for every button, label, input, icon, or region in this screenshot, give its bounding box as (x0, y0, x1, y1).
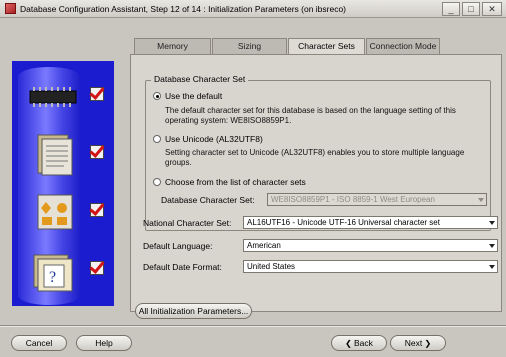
database-charset-select[interactable]: WE8ISO8859P1 - ISO 8859-1 West European (267, 193, 487, 206)
memory-chip-icon (29, 87, 77, 107)
chevron-down-icon (489, 244, 495, 248)
radio-selected[interactable] (153, 92, 161, 100)
step-connection-mode: ? (20, 247, 112, 295)
chevron-right-icon: ❯ (422, 339, 432, 348)
title-bar: Database Configuration Assistant, Step 1… (0, 0, 506, 18)
tab-character-sets[interactable]: Character Sets (288, 38, 365, 55)
step-character-sets (20, 189, 112, 237)
use-unicode-label: Use Unicode (AL32UTF8) (165, 134, 263, 144)
svg-text:?: ? (49, 269, 56, 286)
date-format-label: Default Date Format: (143, 262, 222, 272)
all-init-params-button[interactable]: All Initialization Parameters... (135, 303, 252, 319)
documents-icon (37, 134, 73, 176)
default-language-select[interactable]: American (243, 239, 498, 252)
use-unicode-option[interactable]: Use Unicode (AL32UTF8) (153, 134, 263, 144)
minimize-button[interactable]: _ (442, 2, 460, 16)
dialog-body: ? Memory Sizing Character Sets Connectio… (0, 18, 506, 357)
tab-connection-mode[interactable]: Connection Mode (366, 38, 440, 54)
use-default-label: Use the default (165, 91, 223, 101)
step-memory (20, 73, 112, 121)
maximize-button[interactable]: □ (462, 2, 480, 16)
chevron-down-icon (478, 198, 484, 202)
choose-charset-option[interactable]: Choose from the list of character sets (153, 177, 306, 187)
use-default-option[interactable]: Use the default (153, 91, 222, 101)
default-language-label: Default Language: (143, 241, 213, 251)
checkmark-icon (90, 261, 104, 275)
checkmark-icon (90, 203, 104, 217)
tab-memory[interactable]: Memory (134, 38, 211, 54)
tab-sizing[interactable]: Sizing (212, 38, 287, 54)
shapes-calculator-icon (37, 194, 73, 230)
group-title: Database Character Set (151, 74, 249, 84)
cancel-button[interactable]: Cancel (11, 335, 67, 351)
default-description: The default character set for this datab… (165, 106, 456, 125)
next-button[interactable]: Next ❯ (390, 335, 446, 351)
app-icon (5, 3, 16, 14)
tab-bar: Memory Sizing Character Sets Connection … (134, 38, 441, 55)
help-button[interactable]: Help (76, 335, 132, 351)
folders-help-icon: ? (33, 254, 73, 292)
national-charset-label: National Character Set: (143, 218, 232, 228)
choose-charset-label: Choose from the list of character sets (165, 177, 306, 187)
date-format-select[interactable]: United States (243, 260, 498, 273)
radio-unselected[interactable] (153, 135, 161, 143)
national-charset-select[interactable]: AL16UTF16 - Unicode UTF-16 Universal cha… (243, 216, 498, 229)
chevron-down-icon (489, 265, 495, 269)
chevron-left-icon: ❮ (345, 339, 355, 348)
checkmark-icon (90, 87, 104, 101)
charset-select-label: Database Character Set: (161, 195, 255, 205)
wizard-illustration: ? (12, 61, 114, 306)
checkmark-icon (90, 145, 104, 159)
step-sizing (20, 131, 112, 179)
window-title: Database Configuration Assistant, Step 1… (20, 3, 347, 14)
unicode-description: Setting character set to Unicode (AL32UT… (165, 148, 465, 167)
chevron-down-icon (489, 221, 495, 225)
close-button[interactable]: ✕ (482, 2, 502, 16)
separator-highlight (0, 326, 506, 327)
radio-unselected[interactable] (153, 178, 161, 186)
back-button[interactable]: ❮ Back (331, 335, 387, 351)
character-sets-panel: Database Character Set Use the default T… (130, 54, 502, 312)
